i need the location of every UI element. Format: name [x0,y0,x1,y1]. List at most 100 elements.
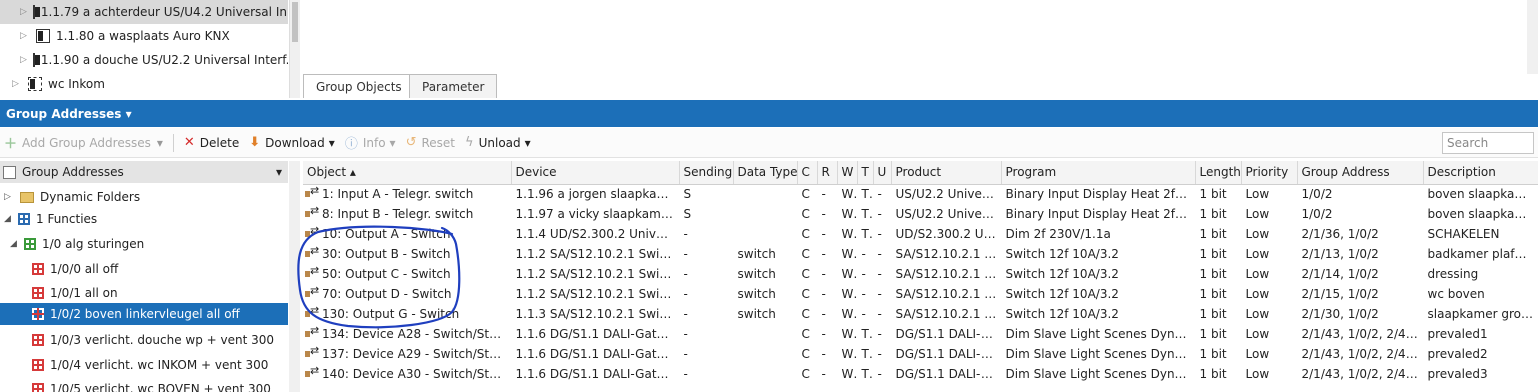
tree-item-dynamic-folders[interactable]: ▷ Dynamic Folders [0,186,288,208]
cell-w: W [841,267,854,281]
cell-length: 1 bit [1199,367,1227,381]
cell-c: C [801,187,810,202]
cell-length: 1 bit [1199,307,1227,321]
column-header-object[interactable]: Object ▴ [303,161,512,185]
tab-parameter[interactable]: Parameter [409,74,498,98]
expand-arrow-icon[interactable]: ▷ [12,79,22,89]
cell-object: 10: Output A - Switch [303,224,511,244]
column-header-priority[interactable]: Priority [1241,161,1298,185]
device-tree-item[interactable]: ▷ wc Inkom [0,72,288,96]
device-tree-item[interactable]: ▷ 1.1.80 a wasplaats Auro KNX [0,24,288,48]
chevron-down-icon[interactable]: ▾ [276,165,282,179]
cell-device: 1.1.96 a jorgen slaapkamer U... [515,187,679,202]
reset-button[interactable]: ↺ Reset [406,135,455,150]
table-row[interactable]: 130: Output G - Switch 1.1.3 SA/S12.10.2.… [303,304,1538,324]
tree-item-1-0-0[interactable]: 1/0/0 all off [0,258,288,280]
chevron-down-icon[interactable]: ▾ [157,136,163,150]
cell-r: - [821,247,826,261]
cell-description: dressing [1427,267,1479,281]
cell-t: T [861,187,869,202]
column-header-device[interactable]: Device [511,161,680,185]
column-header-group-address[interactable]: Group Address [1297,161,1424,185]
toolbar: ＋ Add Group Addresses ▾ ✕ Delete ⬇ Downl… [0,128,1538,158]
group-object-icon [305,284,320,300]
expand-arrow-icon[interactable]: ▷ [4,192,14,202]
chevron-down-icon[interactable]: ▾ [390,136,396,150]
tree-item-1-0-3[interactable]: 1/0/3 verlicht. douche wp + vent 300 [0,329,288,351]
tree-item-1-0-4[interactable]: 1/0/4 verlicht. wc INKOM + vent 300 [0,354,288,376]
column-header-length[interactable]: Length [1195,161,1242,185]
tree-item-1-0-1[interactable]: 1/0/1 all on [0,282,288,304]
cell-group-address: 2/1/43, 1/0/2, 2/4/43 [1301,327,1423,341]
collapse-arrow-icon[interactable]: ◢ [4,214,14,224]
table-row[interactable]: 8: Input B - Telegr. switch 1.1.97 a vick… [303,204,1538,224]
device-tree-item[interactable]: ▷ 1.1.90 a douche US/U2.2 Universal Inte… [0,48,288,72]
delete-button[interactable]: ✕ Delete [184,135,239,150]
column-header-product[interactable]: Product [891,161,1002,185]
cell-program: Dim Slave Light Scenes Dynamic 1f... [1005,327,1195,341]
column-header-description[interactable]: Description [1423,161,1538,185]
chevron-down-icon[interactable]: ▾ [525,136,531,150]
cell-w: W [841,307,854,321]
table-header-row: Object ▴ Device Sending Data Type C R W T U Produ… [303,161,1538,185]
add-group-addresses-button[interactable]: ＋ Add Group Addresses ▾ [4,133,163,153]
table-row[interactable]: 30: Output B - Switch 1.1.2 SA/S12.10.2.1… [303,244,1538,264]
cell-u: - [877,247,882,261]
group-address-icon [32,263,44,275]
cell-r: - [821,367,826,381]
table-row[interactable]: 10: Output A - Switch 1.1.4 UD/S2.300.2 U… [303,224,1538,244]
tab-group-objects[interactable]: Group Objects [303,74,415,98]
info-button[interactable]: ⓘ Info ▾ [345,133,396,153]
column-header-t[interactable]: T [857,161,874,185]
cell-r: - [821,307,826,321]
cell-data-type: switch [737,307,776,321]
panel-header[interactable]: Group Addresses ▾ [0,100,1538,127]
download-button[interactable]: ⬇ Download ▾ [249,135,335,150]
table-row[interactable]: 137: Device A29 - Switch/Status 1.1.6 DG/… [303,344,1538,364]
chevron-down-icon[interactable]: ▾ [329,136,335,150]
cell-device: 1.1.6 DG/S1.1 DALI-Gateway,... [515,327,679,341]
tree-header[interactable]: Group Addresses ▾ [0,161,288,183]
column-header-c[interactable]: C [797,161,818,185]
device-tree-item[interactable]: ▷ 1.1.79 a achterdeur US/U4.2 Universal … [0,0,288,24]
group-object-icon [305,324,320,340]
column-header-r[interactable]: R [817,161,838,185]
column-header-program[interactable]: Program [1001,161,1196,185]
cell-object: 50: Output C - Switch [303,264,511,284]
cell-product: US/U2.2 Universal I... [895,207,1001,221]
cell-description: prevaled1 [1427,327,1488,341]
cell-priority: Low [1245,187,1270,202]
cell-device: 1.1.2 SA/S12.10.2.1 Switch Ac... [515,287,679,301]
table-row[interactable]: 70: Output D - Switch 1.1.2 SA/S12.10.2.1… [303,284,1538,304]
cell-product: SA/S12.10.2.1 Swit... [895,307,1001,321]
table-row[interactable]: 134: Device A28 - Switch/Status 1.1.6 DG/… [303,324,1538,344]
cell-c: C [801,207,810,221]
table-row[interactable]: 50: Output C - Switch 1.1.2 SA/S12.10.2.1… [303,264,1538,284]
scrollbar-thumb[interactable] [292,2,298,42]
tree-item-1-functies[interactable]: ◢ 1 Functies [0,208,288,230]
device-tree-scrollbar[interactable] [289,0,300,98]
unload-button[interactable]: ϟ Unload ▾ [465,135,531,150]
tree-item-1-0-5[interactable]: 1/0/5 verlicht. wc BOVEN + vent 300 [0,378,288,392]
column-header-sending[interactable]: Sending [679,161,734,185]
column-header-w[interactable]: W [837,161,858,185]
table-row[interactable]: 1: Input A - Telegr. switch 1.1.96 a jorg… [303,184,1538,204]
collapse-arrow-icon[interactable]: ◢ [10,239,20,249]
group-object-icon [305,344,320,360]
cell-sending: - [683,367,688,381]
tree-scrollbar[interactable] [289,161,300,392]
cell-r: - [821,267,826,281]
cell-priority: Low [1245,247,1270,261]
expand-arrow-icon[interactable]: ▷ [20,31,30,41]
column-header-u[interactable]: U [873,161,892,185]
table-row[interactable]: 140: Device A30 - Switch/Status 1.1.6 DG/… [303,364,1538,384]
search-input[interactable]: Search [1442,132,1534,154]
expand-arrow-icon[interactable]: ▷ [20,55,27,65]
tree-item-1-0-2[interactable]: 1/0/2 boven linkervleugel all off [0,303,288,325]
tree-item-1-0-alg-sturingen[interactable]: ◢ 1/0 alg sturingen [0,233,288,255]
cell-sending: - [683,247,688,261]
properties-scrollbar[interactable] [1527,0,1538,74]
column-header-data-type[interactable]: Data Type [733,161,798,185]
cell-priority: Low [1245,347,1270,361]
expand-arrow-icon[interactable]: ▷ [20,7,27,17]
